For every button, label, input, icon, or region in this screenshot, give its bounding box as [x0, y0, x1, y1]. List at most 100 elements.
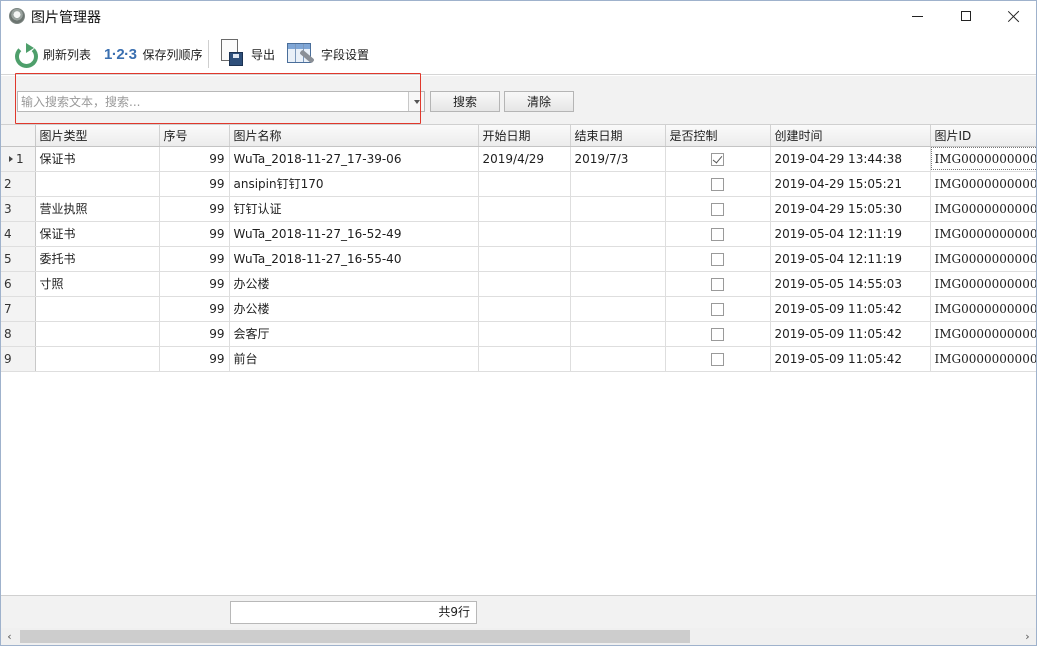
cell-start-date[interactable]: [478, 196, 571, 222]
cell-created[interactable]: 2019-05-04 12:11:19: [770, 246, 931, 272]
cell-start-date[interactable]: 2019/4/29: [478, 146, 571, 172]
cell-control[interactable]: [665, 221, 771, 247]
cell-id[interactable]: IMG000000000008: [930, 321, 1036, 347]
cell-type[interactable]: 寸照: [35, 271, 160, 297]
cell-control[interactable]: [665, 296, 771, 322]
cell-control[interactable]: [665, 146, 771, 172]
cell-end-date[interactable]: [570, 346, 666, 372]
column-header-id[interactable]: 图片ID: [930, 125, 1036, 147]
cell-type[interactable]: [35, 296, 160, 322]
checkbox-unchecked-icon[interactable]: [711, 202, 724, 216]
cell-type[interactable]: [35, 346, 160, 372]
cell-name[interactable]: 办公楼: [229, 271, 479, 297]
search-dropdown-button[interactable]: [408, 92, 424, 111]
cell-start-date[interactable]: [478, 221, 571, 247]
maximize-button[interactable]: [943, 1, 989, 31]
table-row[interactable]: 3 营业执照 99 钉钉认证 2019-04-29 15:05:30 IMG0000000…: [1, 196, 1036, 222]
checkbox-unchecked-icon[interactable]: [711, 227, 724, 241]
cell-type[interactable]: 保证书: [35, 221, 160, 247]
checkbox-unchecked-icon[interactable]: [711, 302, 724, 316]
cell-start-date[interactable]: [478, 246, 571, 272]
search-combobox[interactable]: [17, 91, 425, 112]
cell-seq[interactable]: 99: [159, 196, 230, 222]
cell-start-date[interactable]: [478, 171, 571, 197]
cell-id[interactable]: IMG000000000004: [930, 221, 1036, 247]
table-row[interactable]: 999前台2019-05-09 11:05:42IMG000000000009: [1, 346, 1036, 372]
cell-end-date[interactable]: [570, 221, 666, 247]
checkbox-unchecked-icon[interactable]: [711, 252, 724, 266]
cell-type[interactable]: 营业执照: [35, 196, 160, 222]
cell-control[interactable]: [665, 246, 771, 272]
cell-seq[interactable]: 99: [159, 346, 230, 372]
row-indicator[interactable]: 9: [1, 346, 36, 372]
cell-end-date[interactable]: [570, 196, 666, 222]
close-button[interactable]: [991, 1, 1036, 31]
column-header-end-date[interactable]: 结束日期: [570, 125, 666, 147]
column-header-seq[interactable]: 序号: [159, 125, 230, 147]
cell-end-date[interactable]: [570, 296, 666, 322]
cell-end-date[interactable]: 2019/7/3: [570, 146, 666, 172]
cell-end-date[interactable]: [570, 171, 666, 197]
cell-seq[interactable]: 99: [159, 146, 230, 172]
cell-type[interactable]: 委托书: [35, 246, 160, 272]
refresh-list-button[interactable]: 刷新列表: [13, 38, 91, 70]
image-data-grid[interactable]: 图片类型 序号 图片名称 开始日期 结束日期 是否控制 创建时间 图片ID 1保…: [1, 125, 1036, 595]
table-row[interactable]: 4 保证书 99 WuTa_2018-11-27_16-52-49 2019-05-04…: [1, 221, 1036, 247]
cell-created[interactable]: 2019-05-04 12:11:19: [770, 221, 931, 247]
table-row[interactable]: 5 委托书 99 WuTa_2018-11-27_16-55-40 2019-05-04…: [1, 246, 1036, 272]
cell-start-date[interactable]: [478, 271, 571, 297]
cell-control[interactable]: [665, 196, 771, 222]
horizontal-scrollbar[interactable]: ‹ ›: [1, 628, 1036, 645]
row-indicator[interactable]: 8: [1, 321, 36, 347]
cell-control[interactable]: [665, 346, 771, 372]
cell-name[interactable]: ansipin钉钉170: [229, 171, 479, 197]
table-row[interactable]: 8 99会客厅 2019-05-09 11:05:42IMG000000000008: [1, 321, 1036, 347]
cell-type[interactable]: [35, 321, 160, 347]
row-indicator[interactable]: 3: [1, 196, 36, 222]
scroll-left-icon[interactable]: ‹: [1, 628, 18, 645]
row-indicator[interactable]: 4: [1, 221, 36, 247]
cell-seq[interactable]: 99: [159, 296, 230, 322]
minimize-button[interactable]: [894, 1, 940, 31]
checkbox-unchecked-icon[interactable]: [711, 327, 724, 341]
save-column-order-button[interactable]: 1·2·3 保存列顺序: [104, 38, 203, 70]
table-row[interactable]: 1 保证书 99 WuTa_2018-11-27_17-39-06 2019/4/29 2…: [1, 146, 1036, 172]
cell-created[interactable]: 2019-04-29 15:05:30: [770, 196, 931, 222]
cell-name[interactable]: WuTa_2018-11-27_16-55-40: [229, 246, 479, 272]
cell-name[interactable]: WuTa_2018-11-27_17-39-06: [229, 146, 479, 172]
cell-name[interactable]: 前台: [229, 346, 479, 372]
checkbox-checked-icon[interactable]: [711, 152, 724, 166]
row-indicator[interactable]: 2: [1, 171, 36, 197]
cell-control[interactable]: [665, 171, 771, 197]
cell-end-date[interactable]: [570, 271, 666, 297]
table-row[interactable]: 2 99 ansipin钉钉170 2019-04-29 15:05:21 IMG000…: [1, 171, 1036, 197]
cell-type[interactable]: 保证书: [35, 146, 160, 172]
cell-created[interactable]: 2019-05-09 11:05:42: [770, 296, 931, 322]
cell-end-date[interactable]: [570, 321, 666, 347]
cell-seq[interactable]: 99: [159, 321, 230, 347]
cell-name[interactable]: 钉钉认证: [229, 196, 479, 222]
column-header-start-date[interactable]: 开始日期: [478, 125, 571, 147]
cell-name[interactable]: 会客厅: [229, 321, 479, 347]
cell-type[interactable]: [35, 171, 160, 197]
cell-created[interactable]: 2019-05-09 11:05:42: [770, 321, 931, 347]
export-button[interactable]: 导出: [219, 38, 275, 70]
table-row[interactable]: 6 寸照 99 办公楼 2019-05-05 14:55:03 IMG0000000000…: [1, 271, 1036, 297]
cell-seq[interactable]: 99: [159, 246, 230, 272]
row-indicator[interactable]: 5: [1, 246, 36, 272]
cell-seq[interactable]: 99: [159, 221, 230, 247]
column-header-type[interactable]: 图片类型: [35, 125, 160, 147]
cell-end-date[interactable]: [570, 246, 666, 272]
checkbox-unchecked-icon[interactable]: [711, 177, 724, 191]
checkbox-unchecked-icon[interactable]: [711, 352, 724, 366]
cell-id[interactable]: IMG000000000005: [930, 246, 1036, 272]
field-settings-button[interactable]: 字段设置: [287, 38, 369, 70]
cell-control[interactable]: [665, 271, 771, 297]
cell-created[interactable]: 2019-05-09 11:05:42: [770, 346, 931, 372]
cell-id[interactable]: IMG000000000002: [930, 171, 1036, 197]
row-indicator[interactable]: 1: [1, 146, 36, 172]
row-indicator[interactable]: 7: [1, 296, 36, 322]
column-header-control[interactable]: 是否控制: [665, 125, 771, 147]
cell-id[interactable]: IMG000000000009: [930, 346, 1036, 372]
cell-seq[interactable]: 99: [159, 271, 230, 297]
